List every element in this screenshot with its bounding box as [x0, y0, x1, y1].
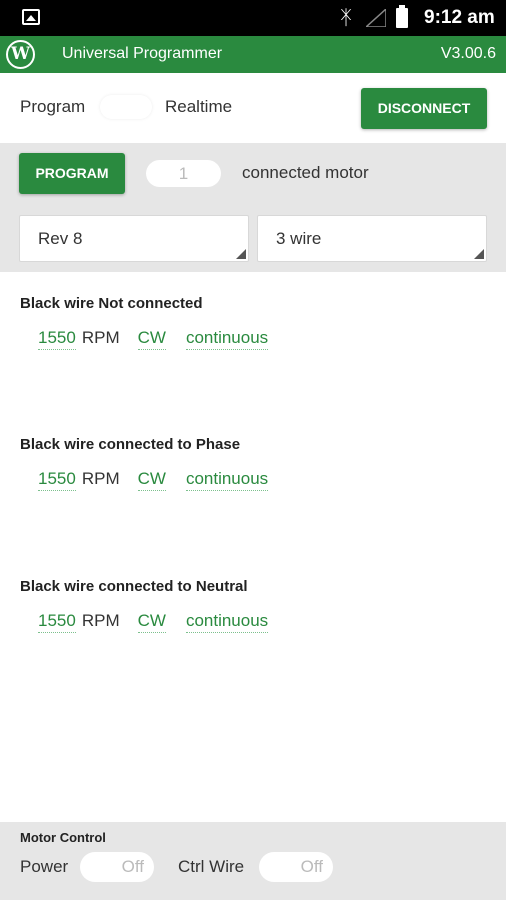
revision-select-value: Rev 8: [38, 229, 83, 248]
program-mode-label: Program: [20, 97, 86, 116]
config-panel: PROGRAM 1 connected motor Rev 8 3 wire: [0, 143, 506, 272]
app-title: Universal Programmer: [62, 45, 223, 62]
motor-control-panel: Motor Control Power Off Ctrl Wire Off: [0, 822, 506, 900]
run-mode-value[interactable]: continuous: [185, 328, 269, 350]
app-version: V3.00.6: [440, 45, 496, 62]
program-button[interactable]: PROGRAM: [19, 153, 125, 194]
run-mode-value[interactable]: continuous: [185, 469, 269, 491]
bluetooth-icon: ᛡ: [340, 7, 352, 29]
motor-count-field[interactable]: 1: [146, 160, 221, 187]
direction-value[interactable]: CW: [137, 611, 166, 633]
power-label: Power: [20, 857, 69, 876]
power-toggle[interactable]: Off: [80, 852, 154, 882]
rpm-value[interactable]: 1550: [38, 469, 76, 491]
rpm-value[interactable]: 1550: [38, 611, 76, 633]
entry-settings: 1550 RPM CW continuous: [38, 610, 269, 633]
gallery-notification-icon: [22, 9, 40, 25]
ctrl-wire-toggle[interactable]: Off: [259, 852, 333, 882]
entry-settings: 1550 RPM CW continuous: [38, 327, 269, 350]
wire-type-select[interactable]: 3 wire: [257, 215, 487, 262]
motor-count-label: connected motor: [242, 163, 369, 182]
entry-title: Black wire Not connected: [20, 295, 203, 312]
entry-phase: Black wire connected to Phase 1550 RPM CW c…: [0, 435, 506, 505]
rpm-unit: RPM: [81, 328, 120, 347]
motor-control-title: Motor Control: [20, 830, 106, 845]
entry-title: Black wire connected to Phase: [20, 436, 241, 453]
battery-icon: [396, 5, 408, 28]
entry-neutral: Black wire connected to Neutral 1550 RPM C…: [0, 577, 506, 647]
disconnect-button[interactable]: DISCONNECT: [361, 88, 487, 129]
rpm-unit: RPM: [81, 469, 120, 488]
direction-value[interactable]: CW: [137, 469, 166, 491]
realtime-mode-label: Realtime: [165, 97, 233, 116]
entry-settings: 1550 RPM CW continuous: [38, 468, 269, 491]
rpm-unit: RPM: [81, 611, 120, 630]
entry-not-connected: Black wire Not connected 1550 RPM CW contin…: [0, 294, 506, 364]
rpm-value[interactable]: 1550: [38, 328, 76, 350]
dropdown-corner-icon: [474, 249, 484, 259]
run-mode-value[interactable]: continuous: [185, 611, 269, 633]
revision-select[interactable]: Rev 8: [19, 215, 249, 262]
wire-type-select-value: 3 wire: [276, 229, 322, 248]
mode-toggle[interactable]: [100, 95, 152, 119]
direction-value[interactable]: CW: [137, 328, 166, 350]
mode-row: Program Realtime DISCONNECT: [0, 73, 506, 143]
ctrl-wire-label: Ctrl Wire: [178, 857, 245, 876]
status-time: 9:12 am: [424, 7, 495, 28]
entry-title: Black wire connected to Neutral: [20, 578, 248, 595]
signal-icon: [366, 9, 386, 27]
app-logo-icon: W: [6, 40, 35, 69]
app-bar: W Universal Programmer V3.00.6: [0, 36, 506, 73]
status-bar: ᛡ 9:12 am: [0, 0, 506, 36]
dropdown-corner-icon: [236, 249, 246, 259]
